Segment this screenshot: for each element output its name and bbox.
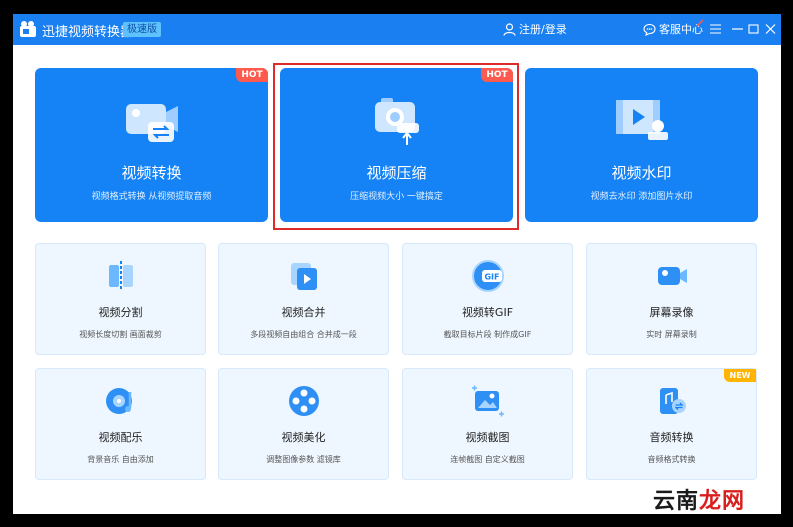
card-desc: 音频格式转换: [647, 455, 696, 464]
close-icon: [765, 24, 775, 34]
video-to-gif-card[interactable]: GIF 视频转GIF 截取目标片段 制作成GIF: [402, 243, 573, 355]
audio-convert-card[interactable]: NEW 音频转换 音频格式转换: [586, 368, 757, 480]
maximize-icon: [747, 24, 759, 34]
card-desc: 视频去水印 添加图片水印: [590, 192, 693, 202]
watermark-part1: 云南: [653, 489, 700, 514]
video-screenshot-card[interactable]: 视频截图 连帧截图 自定义截图: [402, 368, 573, 480]
video-convert-icon: [125, 104, 178, 142]
notification-dot-icon: [696, 19, 704, 27]
film-reel-icon: [288, 386, 319, 416]
watermark: 云南龙网: [653, 483, 745, 515]
card-title: 视频截图: [465, 431, 510, 444]
menu-icon: [709, 24, 721, 34]
hot-badge: HOT: [236, 68, 268, 82]
edition-badge: 极速版: [123, 22, 161, 37]
card-desc: 调整图像参数 滤镜库: [266, 455, 341, 464]
card-title: 视频水印: [611, 164, 672, 182]
title-bar: 迅捷视频转换器 极速版 注册/登录 客服中心: [13, 14, 781, 45]
card-title: 音频转换: [649, 431, 694, 444]
app-title: 迅捷视频转换器: [42, 25, 134, 40]
new-badge: NEW: [724, 369, 756, 382]
minimize-icon: [731, 28, 743, 30]
watermark-part2: 龙网: [699, 489, 746, 514]
card-desc: 多段视频自由组合 合并成一段: [250, 330, 357, 339]
service-center-button[interactable]: 客服中心: [643, 21, 703, 37]
image-capture-icon: [471, 385, 504, 417]
maximize-button[interactable]: [744, 19, 762, 39]
gif-icon: GIF: [471, 260, 504, 292]
close-button[interactable]: [761, 19, 779, 39]
card-title: 视频美化: [281, 431, 326, 444]
menu-button[interactable]: [706, 19, 724, 39]
video-merge-card[interactable]: 视频合并 多段视频自由组合 合并成一段: [218, 243, 389, 355]
card-title: 视频合并: [281, 306, 326, 319]
login-button[interactable]: 注册/登录: [503, 21, 567, 37]
video-merge-icon: [290, 263, 317, 290]
video-music-card[interactable]: 视频配乐 背景音乐 自由添加: [35, 368, 206, 480]
audio-convert-icon: [659, 388, 686, 414]
app-window: 迅捷视频转换器 极速版 注册/登录 客服中心 HOT 视频转换 视频格式转换 从…: [13, 14, 781, 514]
card-desc: 连帧截图 自定义截图: [450, 455, 525, 464]
svg-text:GIF: GIF: [484, 273, 499, 282]
chat-bubble-icon: [643, 23, 656, 36]
card-desc: 截取目标片段 制作成GIF: [443, 330, 532, 339]
selection-highlight: [273, 63, 519, 230]
screen-record-card[interactable]: 屏幕录像 实时 屏幕录制: [586, 243, 757, 355]
camcorder-icon: [657, 267, 687, 285]
card-title: 视频转GIF: [461, 306, 514, 319]
card-title: 视频配乐: [98, 431, 143, 444]
card-title: 视频分割: [98, 306, 143, 319]
app-logo-icon: [20, 21, 36, 37]
video-watermark-icon: [615, 100, 668, 140]
card-desc: 实时 屏幕录制: [646, 330, 697, 339]
login-label: 注册/登录: [519, 23, 567, 36]
music-disc-icon: [105, 388, 132, 414]
card-desc: 视频格式转换 从视频提取音频: [91, 192, 212, 202]
video-beautify-card[interactable]: 视频美化 调整图像参数 滤镜库: [218, 368, 389, 480]
card-title: 屏幕录像: [649, 306, 694, 319]
video-convert-card[interactable]: HOT 视频转换 视频格式转换 从视频提取音频: [35, 68, 268, 222]
user-icon: [503, 22, 516, 36]
video-split-card[interactable]: 视频分割 视频长度切割 画面裁剪: [35, 243, 206, 355]
video-watermark-card[interactable]: 视频水印 视频去水印 添加图片水印: [525, 68, 758, 222]
card-desc: 视频长度切割 画面裁剪: [79, 330, 162, 339]
main-content: HOT 视频转换 视频格式转换 从视频提取音频 HOT 视频压缩 压缩视频大小 …: [13, 45, 781, 514]
card-desc: 背景音乐 自由添加: [87, 455, 154, 464]
card-title: 视频转换: [121, 164, 182, 182]
video-split-icon: [108, 261, 133, 291]
